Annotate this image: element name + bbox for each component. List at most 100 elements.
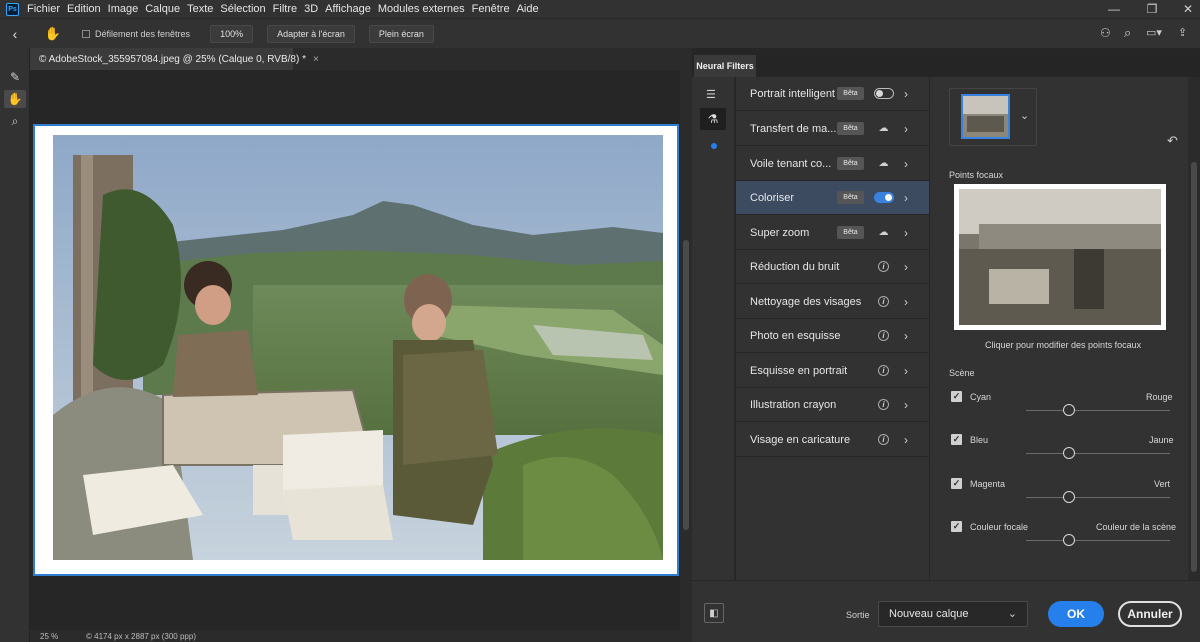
chevron-right-icon[interactable]: › (904, 181, 908, 215)
filter-nettoyage-des-visages[interactable]: Nettoyage des visages i › (736, 285, 929, 319)
focal-scene-checkbox[interactable]: ✓ (951, 521, 962, 532)
menu-3d[interactable]: 3D (304, 3, 318, 15)
zoom-level[interactable]: 25 % (40, 632, 86, 641)
preview-toggle-icon[interactable]: ◧ (704, 603, 724, 623)
chevron-right-icon[interactable]: › (904, 250, 908, 284)
workspace-icon[interactable]: ▭▾ (1146, 26, 1162, 39)
zoom-tool-icon[interactable]: ⌕ (4, 112, 26, 130)
chevron-right-icon[interactable]: › (904, 112, 908, 146)
cloud-download-icon[interactable]: ☁ (877, 157, 890, 170)
ok-button[interactable]: OK (1048, 601, 1104, 627)
chevron-right-icon[interactable]: › (904, 216, 908, 250)
share-icon[interactable]: ⚇ (1100, 26, 1111, 40)
filter-voile-tenant-compte[interactable]: Voile tenant co... Bêta ☁ › (736, 147, 929, 181)
chevron-down-icon[interactable]: ⌄ (1008, 607, 1017, 620)
filter-coloriser[interactable]: Coloriser Bêta › (736, 181, 929, 215)
bleu-jaune-slider-track[interactable] (1026, 453, 1170, 454)
reference-thumbnail[interactable] (961, 94, 1010, 139)
settings-scrollbar[interactable] (1188, 77, 1200, 580)
minimize-icon[interactable]: — (1102, 0, 1126, 18)
filter-transfert-de-maquillage[interactable]: Transfert de ma... Bêta ☁ › (736, 112, 929, 146)
menu-edition[interactable]: Edition (67, 3, 101, 15)
close-tab-icon[interactable]: × (313, 54, 319, 65)
chevron-right-icon[interactable]: › (904, 319, 908, 353)
info-icon[interactable]: i (878, 365, 889, 376)
cyan-rouge-slider-handle[interactable] (1063, 404, 1075, 416)
export-icon[interactable]: ⇪ (1178, 26, 1187, 39)
filter-esquisse-en-portrait[interactable]: Esquisse en portrait i › (736, 354, 929, 388)
beta-badge: Bêta (837, 191, 864, 204)
menu-fenetre[interactable]: Fenêtre (472, 3, 510, 15)
cloud-download-icon[interactable]: ☁ (877, 122, 890, 135)
cancel-button[interactable]: Annuler (1118, 601, 1182, 627)
menu-filtre[interactable]: Filtre (273, 3, 297, 15)
filter-photo-en-esquisse[interactable]: Photo en esquisse i › (736, 319, 929, 353)
bleu-jaune-slider-handle[interactable] (1063, 447, 1075, 459)
chevron-right-icon[interactable]: › (904, 147, 908, 181)
info-icon[interactable]: i (878, 434, 889, 445)
output-select[interactable]: Nouveau calque ⌄ (878, 601, 1028, 627)
hand-tool-icon[interactable]: ✋ (4, 90, 26, 108)
cloud-download-icon[interactable]: ☁ (877, 226, 890, 239)
menu-calque[interactable]: Calque (145, 3, 180, 15)
info-icon[interactable]: i (878, 261, 889, 272)
info-icon[interactable]: i (878, 330, 889, 341)
menu-selection[interactable]: Sélection (220, 3, 265, 15)
checkbox-icon[interactable] (82, 29, 90, 38)
magenta-vert-slider-track[interactable] (1026, 497, 1170, 498)
reset-icon[interactable]: ↶ (1167, 133, 1178, 149)
menu-texte[interactable]: Texte (187, 3, 213, 15)
focal-scene-slider-handle[interactable] (1063, 534, 1075, 546)
chevron-right-icon[interactable]: › (904, 285, 908, 319)
restore-icon[interactable]: ❐ (1140, 0, 1164, 18)
filter-visage-en-caricature[interactable]: Visage en caricature i › (736, 423, 929, 457)
chevron-right-icon[interactable]: › (904, 423, 908, 457)
menu-modules-externes[interactable]: Modules externes (378, 3, 465, 15)
bleu-jaune-checkbox[interactable]: ✓ (951, 434, 962, 445)
search-icon[interactable]: ⌕ (1124, 25, 1131, 41)
canvas-vertical-scrollbar[interactable] (680, 70, 692, 630)
scrollbar-thumb[interactable] (683, 240, 689, 530)
fill-screen-button[interactable]: Plein écran (368, 24, 434, 43)
chevron-right-icon[interactable]: › (904, 354, 908, 388)
focal-scene-slider-track[interactable] (1026, 540, 1170, 541)
tab-neural-filters[interactable]: Neural Filters (694, 55, 756, 77)
menu-aide[interactable]: Aide (517, 3, 539, 15)
scrollbar-thumb[interactable] (1191, 162, 1197, 572)
cyan-rouge-slider-track[interactable] (1026, 410, 1170, 411)
filter-reduction-du-bruit[interactable]: Réduction du bruit i › (736, 250, 929, 284)
slider-couleur-scene-label: Couleur de la scène (1096, 522, 1177, 532)
magenta-vert-slider-handle[interactable] (1063, 491, 1075, 503)
info-icon[interactable]: i (878, 296, 889, 307)
back-arrow-icon[interactable]: ‹ (0, 26, 30, 42)
slider-bleu-label: Bleu (970, 435, 989, 445)
document-tab[interactable]: © AdobeStock_355957084.jpeg @ 25% (Calqu… (30, 48, 319, 70)
zoom-100-button[interactable]: 100% (210, 24, 254, 43)
cyan-rouge-checkbox[interactable]: ✓ (951, 391, 962, 402)
fit-screen-button[interactable]: Adapter à l'écran (267, 24, 355, 43)
document-title: © AdobeStock_355957084.jpeg @ 25% (Calqu… (39, 53, 306, 65)
filter-toggle[interactable] (874, 192, 894, 203)
brush-tool-icon[interactable]: ✎ (4, 68, 26, 86)
filter-portrait-intelligent[interactable]: Portrait intelligent Bêta › (736, 77, 929, 111)
magenta-vert-checkbox[interactable]: ✓ (951, 478, 962, 489)
info-icon[interactable]: i (878, 399, 889, 410)
close-icon[interactable]: ✕ (1176, 0, 1200, 18)
hand-tool-icon[interactable]: ✋ (38, 26, 68, 42)
menu-image[interactable]: Image (108, 3, 139, 15)
beta-flask-icon[interactable]: ⚗ (700, 108, 726, 130)
chevron-right-icon[interactable]: › (904, 77, 908, 111)
filter-super-zoom[interactable]: Super zoom Bêta ☁ › (736, 216, 929, 250)
menu-fichier[interactable]: Fichier (27, 3, 60, 15)
colorized-photo[interactable] (53, 135, 663, 560)
sliders-icon[interactable]: ☰ (706, 88, 716, 101)
menu-affichage[interactable]: Affichage (325, 3, 371, 15)
reference-image-selector[interactable]: ⌄ (949, 88, 1037, 146)
filter-illustration-crayon[interactable]: Illustration crayon i › (736, 388, 929, 422)
chevron-right-icon[interactable]: › (904, 388, 908, 422)
focal-points-label: Points focaux (949, 170, 1004, 180)
chevron-down-icon[interactable]: ⌄ (1020, 109, 1029, 122)
focal-points-preview[interactable] (954, 184, 1166, 330)
filter-toggle[interactable] (874, 88, 894, 99)
scroll-all-checkbox[interactable]: Défilement des fenêtres (82, 29, 190, 39)
